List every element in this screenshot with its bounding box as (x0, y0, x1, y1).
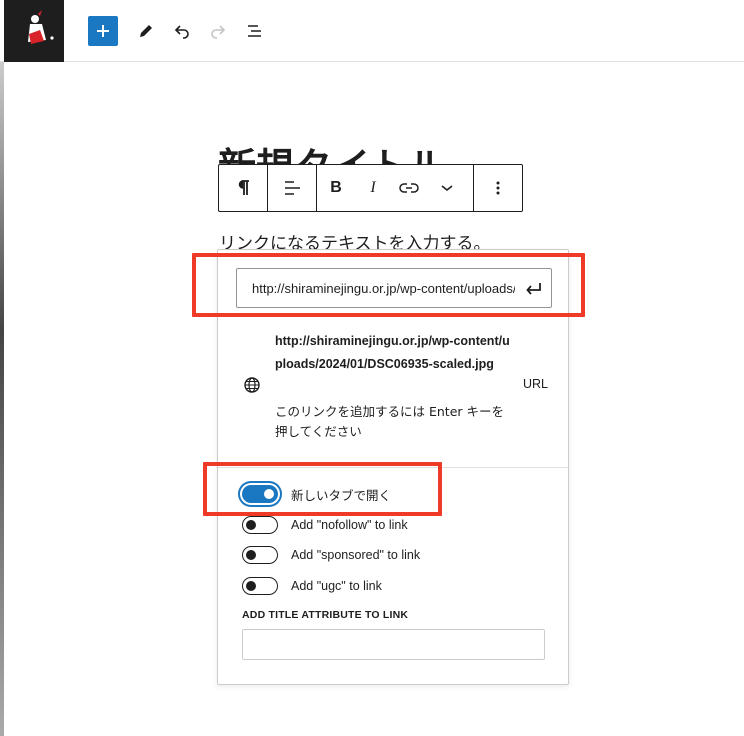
link-button[interactable] (391, 165, 427, 211)
annotation-box-url (192, 253, 585, 317)
toggle-sponsored[interactable]: Add "sponsored" to link (242, 544, 420, 566)
plus-icon (97, 25, 109, 37)
chevron-down-icon (441, 185, 453, 192)
pencil-icon (140, 25, 152, 37)
format-group: B I (317, 165, 474, 211)
document-overview-button[interactable] (240, 16, 270, 46)
tools-button[interactable] (131, 16, 161, 46)
more-formats-button[interactable] (427, 165, 467, 211)
italic-button[interactable]: I (355, 165, 391, 211)
paragraph-icon (238, 180, 249, 195)
options-group (474, 165, 522, 211)
undo-icon (174, 25, 189, 39)
align-button[interactable] (268, 165, 316, 211)
redo-button[interactable] (203, 16, 233, 46)
block-type-group (219, 165, 268, 211)
editor-header (0, 0, 744, 62)
align-group (268, 165, 317, 211)
add-block-button[interactable] (88, 16, 118, 46)
background-strip (0, 62, 4, 736)
toggle-label: Add "nofollow" to link (291, 518, 408, 532)
redo-icon (211, 25, 226, 39)
align-left-icon (285, 181, 300, 195)
link-icon (399, 183, 419, 193)
toggle-ugc[interactable]: Add "ugc" to link (242, 575, 382, 597)
annotation-box-new-tab (203, 462, 442, 516)
site-logo-icon (28, 10, 54, 44)
block-toolbar: B I (218, 164, 523, 212)
site-logo[interactable] (4, 0, 64, 62)
post-title[interactable]: 新規タイトル (218, 136, 446, 166)
toggle-switch[interactable] (242, 546, 278, 564)
toggle-switch[interactable] (242, 516, 278, 534)
undo-button[interactable] (167, 16, 197, 46)
suggestion-type: URL (523, 377, 549, 391)
toggle-label: Add "ugc" to link (291, 579, 382, 593)
toggle-nofollow[interactable]: Add "nofollow" to link (242, 514, 408, 536)
paragraph-block-button[interactable] (219, 165, 267, 211)
globe-icon (244, 377, 260, 393)
suggestion-url: http://shiraminejingu.or.jp/wp-content/u… (275, 334, 510, 371)
block-options-button[interactable] (474, 165, 522, 211)
title-attribute-label: ADD TITLE ATTRIBUTE TO LINK (242, 609, 409, 621)
link-suggestion[interactable]: http://shiraminejingu.or.jp/wp-content/u… (218, 322, 568, 452)
bold-button[interactable]: B (317, 165, 355, 211)
suggestion-hint: このリンクを追加するには Enter キーを押してください (275, 404, 504, 439)
toggle-switch[interactable] (242, 577, 278, 595)
more-options-icon (496, 181, 500, 195)
title-attribute-input[interactable] (242, 629, 545, 660)
toggle-label: Add "sponsored" to link (291, 548, 421, 562)
list-view-icon (248, 25, 261, 37)
